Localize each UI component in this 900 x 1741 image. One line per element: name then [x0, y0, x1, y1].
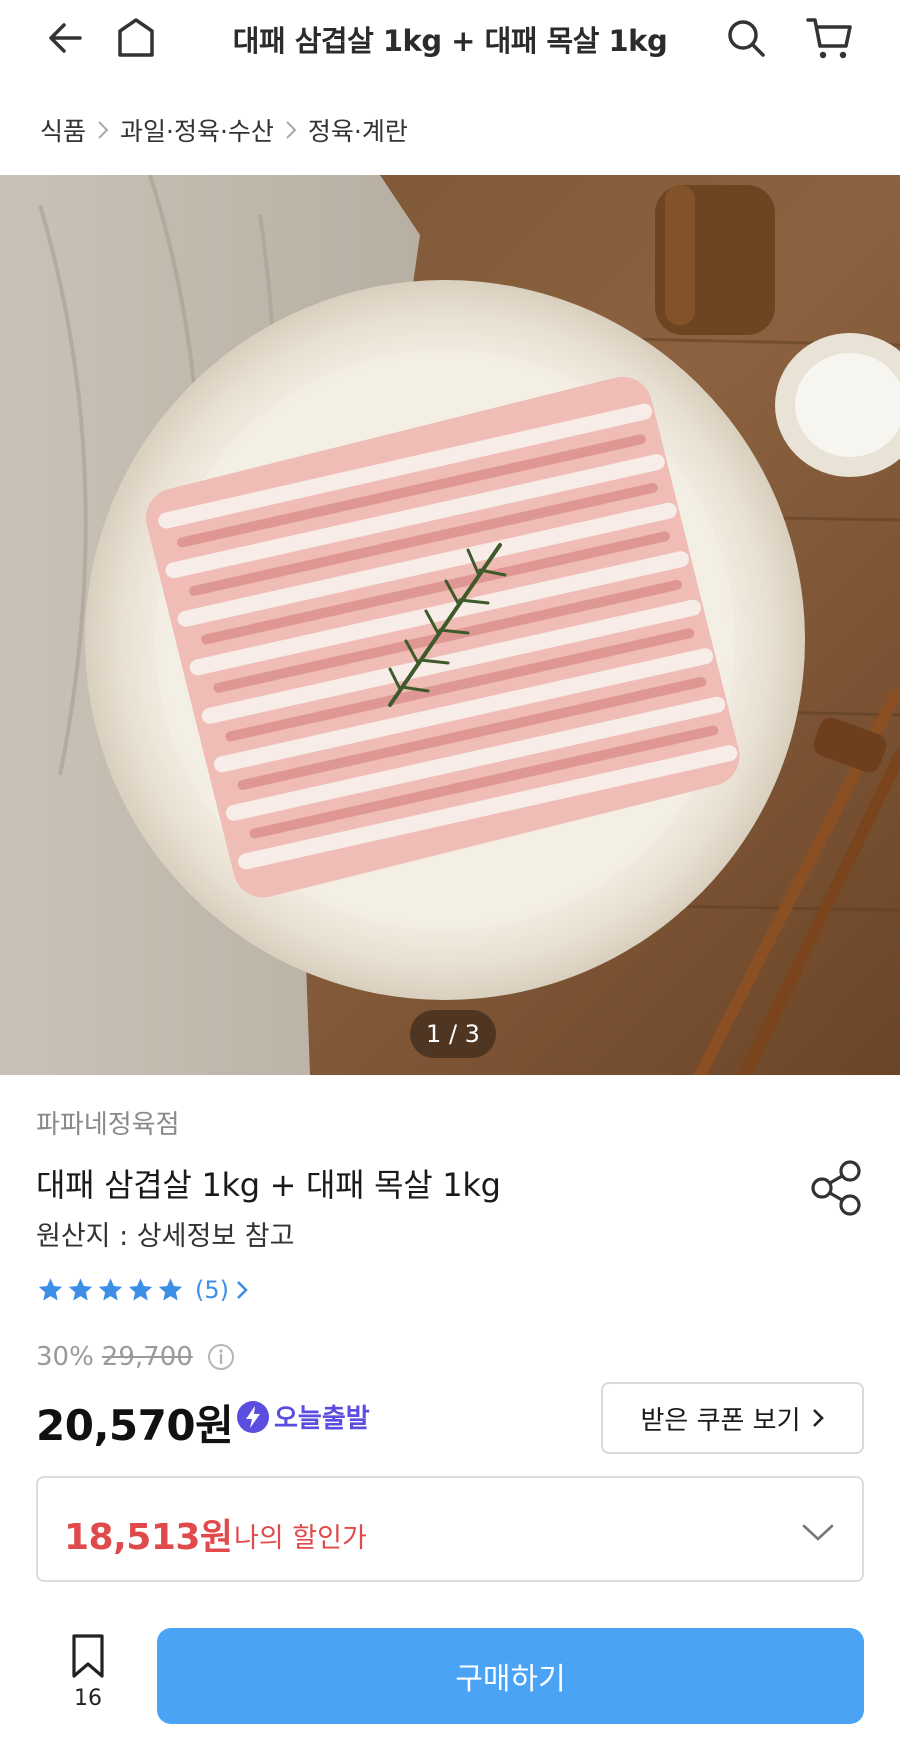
today-shipping-badge: 오늘출발 [236, 1398, 370, 1435]
product-photo [0, 175, 900, 1075]
star-icon [158, 1278, 183, 1301]
product-image[interactable] [0, 175, 900, 1075]
chevron-down-icon[interactable] [798, 1512, 838, 1552]
breadcrumb: 식품 과일·정육·수산 정육·계란 [40, 110, 408, 150]
arrow-left-icon [49, 23, 82, 53]
product-name: 대패 삼겹살 1kg + 대패 목살 1kg [36, 1166, 501, 1204]
star-icon [98, 1278, 123, 1301]
share-button[interactable] [808, 1158, 866, 1218]
breadcrumb-item-food[interactable]: 식품 [40, 112, 86, 148]
cart-icon [806, 18, 852, 59]
star-icon [68, 1278, 93, 1301]
home-icon [118, 18, 154, 57]
page-title: 대패 삼겹살 1kg + 대패 목살 1kg [232, 24, 668, 58]
buy-button[interactable]: 구매하기 [157, 1628, 864, 1724]
sale-price: 20,570원 [36, 1401, 234, 1450]
cart-button[interactable] [800, 10, 860, 66]
bookmark-button[interactable]: 16 [58, 1632, 118, 1722]
bookmark-count: 16 [74, 1686, 102, 1711]
share-icon [811, 1160, 861, 1216]
discount-rate: 30% [36, 1342, 94, 1372]
bookmark-icon [72, 1634, 104, 1678]
discount-row: 30% 29,700 [36, 1342, 235, 1372]
breadcrumb-item-meat-egg[interactable]: 정육·계란 [308, 112, 408, 148]
image-pager: 1 / 3 [410, 1010, 496, 1058]
info-icon[interactable] [207, 1343, 235, 1371]
back-button[interactable] [40, 12, 92, 64]
original-price: 29,700 [101, 1342, 193, 1372]
chevron-right-icon [96, 118, 110, 142]
search-icon [728, 20, 765, 57]
star-rating [36, 1276, 185, 1304]
review-count[interactable]: (5) [195, 1276, 229, 1304]
lightning-icon [237, 1400, 269, 1433]
star-icon [38, 1278, 63, 1301]
breadcrumb-item-fruit-meat-seafood[interactable]: 과일·정육·수산 [120, 112, 274, 148]
my-discount-price-box[interactable]: 18,513원 나의 할인가 [36, 1476, 864, 1582]
seller-name[interactable]: 파파네정육점 [36, 1104, 180, 1141]
bottom-action-bar: 16 구매하기 [0, 1612, 900, 1741]
coupon-button-label: 받은 쿠폰 보기 [640, 1405, 801, 1436]
chevron-right-icon [284, 118, 298, 142]
top-bar: 대패 삼겹살 1kg + 대패 목살 1kg [0, 0, 900, 78]
star-icon [128, 1278, 153, 1301]
search-button[interactable] [718, 10, 774, 66]
today-shipping-label: 오늘출발 [274, 1404, 370, 1434]
chevron-right-icon [235, 1278, 249, 1302]
my-discount-price: 18,513원 [64, 1517, 233, 1558]
product-origin: 원산지 : 상세정보 참고 [36, 1221, 295, 1252]
rating-summary[interactable]: (5) [36, 1276, 249, 1304]
chevron-right-icon [811, 1406, 825, 1430]
coupon-button[interactable]: 받은 쿠폰 보기 [601, 1382, 864, 1454]
home-button[interactable] [110, 12, 162, 64]
my-discount-label: 나의 할인가 [234, 1523, 367, 1554]
